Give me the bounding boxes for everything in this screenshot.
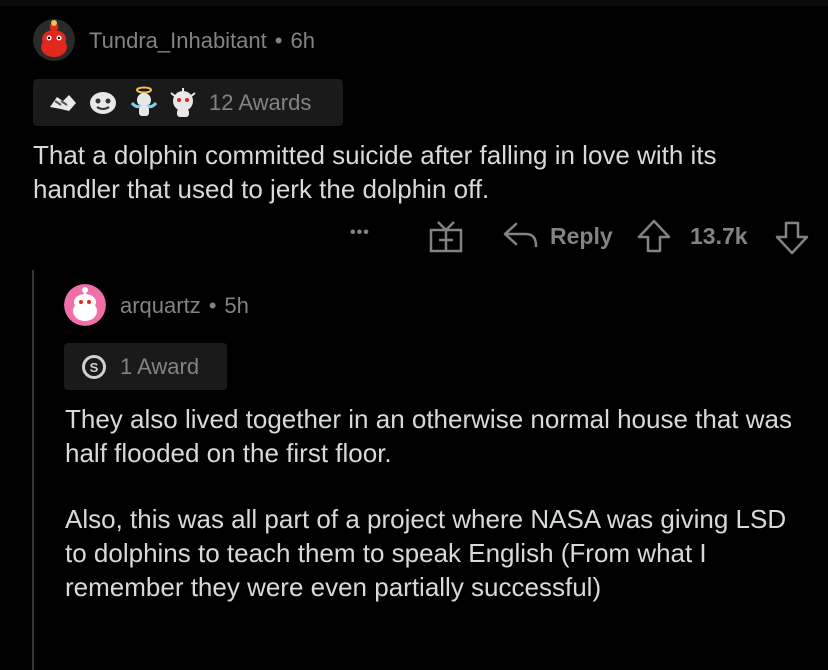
- award-face-icon: [87, 87, 119, 117]
- avatar[interactable]: [64, 284, 106, 326]
- timestamp[interactable]: 5h: [224, 293, 248, 319]
- downvote-icon[interactable]: [774, 220, 810, 256]
- comment-body: They also lived together in an otherwise…: [65, 402, 805, 604]
- snoo-avatar-icon: [64, 284, 106, 326]
- award-snoo-icon: [166, 85, 200, 119]
- comment-paragraph: Also, this was all part of a project whe…: [65, 504, 787, 602]
- upvote-icon[interactable]: [636, 218, 672, 254]
- award-angel-icon: [129, 85, 159, 119]
- comment-paragraph: They also lived together in an otherwise…: [65, 404, 792, 468]
- gift-icon: [429, 221, 463, 253]
- comment-text: That a dolphin committed suicide after f…: [33, 140, 717, 204]
- thread-line[interactable]: [32, 270, 34, 670]
- awards-box[interactable]: S 1 Award: [64, 343, 227, 390]
- awards-count: 12 Awards: [209, 90, 312, 115]
- vote-score: 13.7k: [690, 223, 748, 249]
- separator: •: [274, 28, 283, 53]
- top-strip: [0, 0, 828, 6]
- award-handshake-icon: [47, 87, 79, 117]
- comment-meta: arquartz • 5h: [120, 293, 249, 319]
- username[interactable]: Tundra_Inhabitant: [89, 28, 267, 54]
- more-options-button[interactable]: •••: [350, 224, 370, 242]
- awards-box[interactable]: 12 Awards: [33, 79, 343, 126]
- svg-text:S: S: [90, 360, 99, 375]
- reply-icon[interactable]: [502, 220, 540, 252]
- comment-meta: Tundra_Inhabitant • 6h: [89, 28, 315, 54]
- avatar[interactable]: [33, 19, 75, 61]
- comment-actions: ••• Reply 13.7k: [350, 216, 810, 256]
- username[interactable]: arquartz: [120, 293, 201, 319]
- give-award-button[interactable]: [428, 218, 464, 254]
- timestamp[interactable]: 6h: [290, 28, 314, 54]
- comment-body: That a dolphin committed suicide after f…: [33, 138, 793, 206]
- awards-count: 1 Award: [120, 354, 200, 379]
- reply-button[interactable]: Reply: [550, 223, 613, 250]
- award-silver-icon: S: [80, 353, 108, 381]
- separator: •: [208, 293, 217, 318]
- snoo-avatar-icon: [33, 19, 75, 61]
